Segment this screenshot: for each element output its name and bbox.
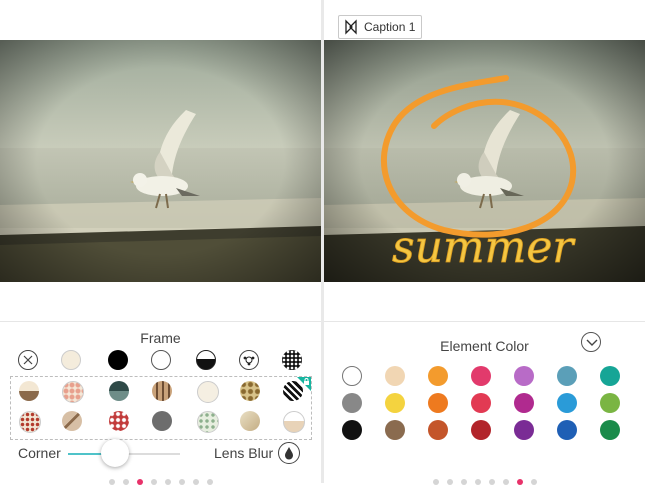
page-indicator [324, 472, 645, 490]
right-editor-panel: Caption 1 summer Element Color [324, 0, 645, 485]
page-indicator [0, 472, 321, 490]
color-swatch[interactable] [342, 366, 362, 386]
photo-preview: summer [324, 40, 645, 282]
frame-swatch[interactable] [152, 411, 172, 431]
page-dot[interactable] [474, 479, 481, 485]
color-swatch[interactable] [600, 393, 620, 413]
corner-slider-thumb[interactable] [101, 439, 130, 467]
color-swatch[interactable] [385, 393, 405, 413]
page-dot[interactable] [488, 479, 495, 485]
color-palette [342, 366, 632, 446]
page-dot[interactable] [432, 479, 439, 485]
page-dot[interactable] [460, 479, 467, 485]
page-dot[interactable] [122, 479, 129, 485]
sticker-icon [345, 19, 357, 35]
frame-row-plain [10, 350, 310, 378]
frame-swatch[interactable] [109, 411, 129, 431]
page-dot[interactable] [206, 479, 213, 485]
color-swatch[interactable] [428, 393, 448, 413]
color-swatch[interactable] [557, 420, 577, 440]
page-dot[interactable] [150, 479, 157, 485]
caption-label: Caption 1 [364, 20, 416, 34]
frame-swatch[interactable] [62, 411, 82, 431]
page-dot[interactable] [164, 479, 171, 485]
color-swatch[interactable] [385, 366, 405, 386]
color-swatch[interactable] [514, 420, 534, 440]
page-dot[interactable] [192, 479, 199, 485]
color-swatch[interactable] [514, 393, 534, 413]
frame-swatch[interactable] [62, 381, 84, 403]
page-dot[interactable] [108, 479, 115, 485]
seagull-photo [0, 40, 321, 282]
color-swatch[interactable] [342, 420, 362, 440]
color-swatch[interactable] [385, 420, 405, 440]
page-dot[interactable] [502, 479, 509, 485]
element-color-panel: Element Color [324, 321, 645, 485]
color-swatch[interactable] [428, 366, 448, 386]
color-swatch[interactable] [557, 366, 577, 386]
frame-swatch[interactable] [19, 411, 41, 433]
color-swatch[interactable] [600, 420, 620, 440]
color-swatch[interactable] [471, 393, 491, 413]
frame-swatch[interactable] [108, 350, 128, 370]
lens-blur-label: Lens Blur [214, 445, 274, 461]
corner-slider-row: Corner Lens Blur [0, 439, 321, 469]
droplet-icon[interactable] [278, 442, 300, 464]
frame-swatch[interactable] [283, 411, 305, 433]
ornament-frame-icon[interactable] [239, 350, 259, 370]
chevron-down-icon[interactable] [581, 332, 601, 352]
frame-swatch[interactable] [240, 411, 260, 431]
color-swatch[interactable] [471, 420, 491, 440]
frame-swatch[interactable] [282, 350, 302, 370]
frame-swatch[interactable] [61, 350, 81, 370]
frame-swatch[interactable] [196, 350, 216, 370]
caption-chip[interactable]: Caption 1 [338, 15, 423, 39]
page-dot[interactable] [178, 479, 185, 485]
seagull-photo: summer [324, 40, 645, 282]
color-swatch[interactable] [557, 393, 577, 413]
frame-swatch[interactable] [109, 381, 129, 401]
corner-label: Corner [18, 445, 61, 461]
color-swatch[interactable] [471, 366, 491, 386]
page-dot-active[interactable] [136, 479, 143, 485]
color-swatch[interactable] [342, 393, 362, 413]
frame-swatch[interactable] [240, 381, 260, 401]
overlay-text[interactable]: summer [392, 222, 577, 274]
frame-swatch[interactable] [152, 381, 172, 401]
lock-glyph [304, 378, 309, 385]
photo-preview [0, 40, 321, 282]
page-dot[interactable] [446, 479, 453, 485]
color-swatch[interactable] [428, 420, 448, 440]
left-editor-panel: Frame Corner Lens Blur [0, 0, 321, 485]
no-frame-icon[interactable] [18, 350, 38, 370]
frame-tool-panel: Frame Corner Lens Blur [0, 321, 321, 485]
frame-swatch[interactable] [197, 381, 219, 403]
page-dot[interactable] [530, 479, 537, 485]
page-dot-active[interactable] [516, 479, 523, 485]
tool-title: Frame [140, 330, 181, 346]
frame-swatch[interactable] [19, 381, 39, 401]
color-swatch[interactable] [600, 366, 620, 386]
color-swatch[interactable] [514, 366, 534, 386]
frame-swatch[interactable] [283, 381, 303, 401]
frame-swatch[interactable] [151, 350, 171, 370]
frame-swatch[interactable] [197, 411, 219, 433]
premium-frame-grid [10, 376, 312, 440]
